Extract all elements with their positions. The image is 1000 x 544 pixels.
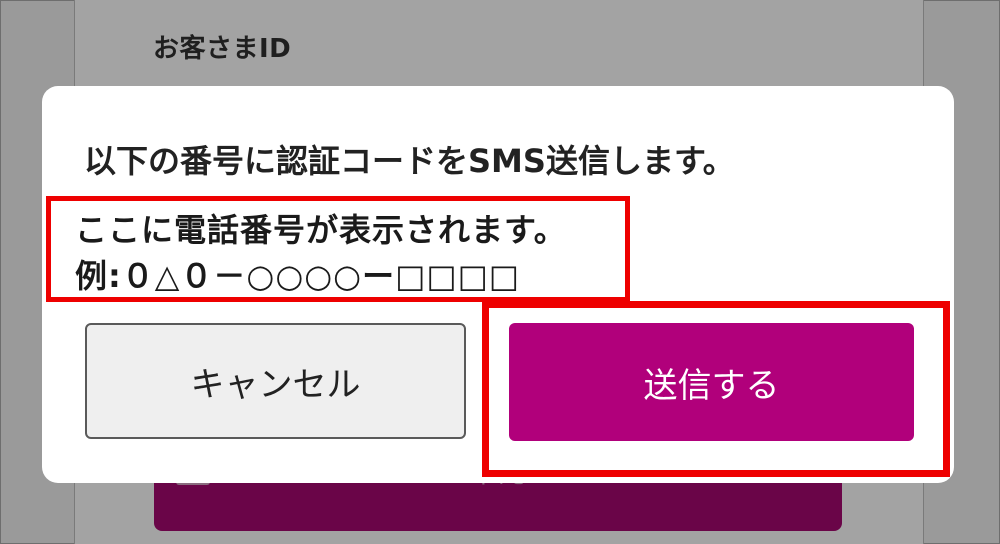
cancel-button[interactable]: キャンセル: [85, 323, 466, 439]
phone-number-notice: ここに電話番号が表示されます。: [75, 211, 567, 249]
dialog-message: 以下の番号に認証コードをSMS送信します。: [84, 142, 735, 180]
phone-number-highlight: ここに電話番号が表示されます。 例:０△０－○○○○ー□□□□: [46, 196, 630, 302]
send-button[interactable]: 送信する: [509, 323, 914, 441]
customer-id-label: お客さまID: [153, 34, 292, 64]
phone-number-example: 例:０△０－○○○○ー□□□□: [75, 257, 521, 295]
sms-confirm-dialog: 以下の番号に認証コードをSMS送信します。 ここに電話番号が表示されます。 例:…: [42, 86, 954, 483]
